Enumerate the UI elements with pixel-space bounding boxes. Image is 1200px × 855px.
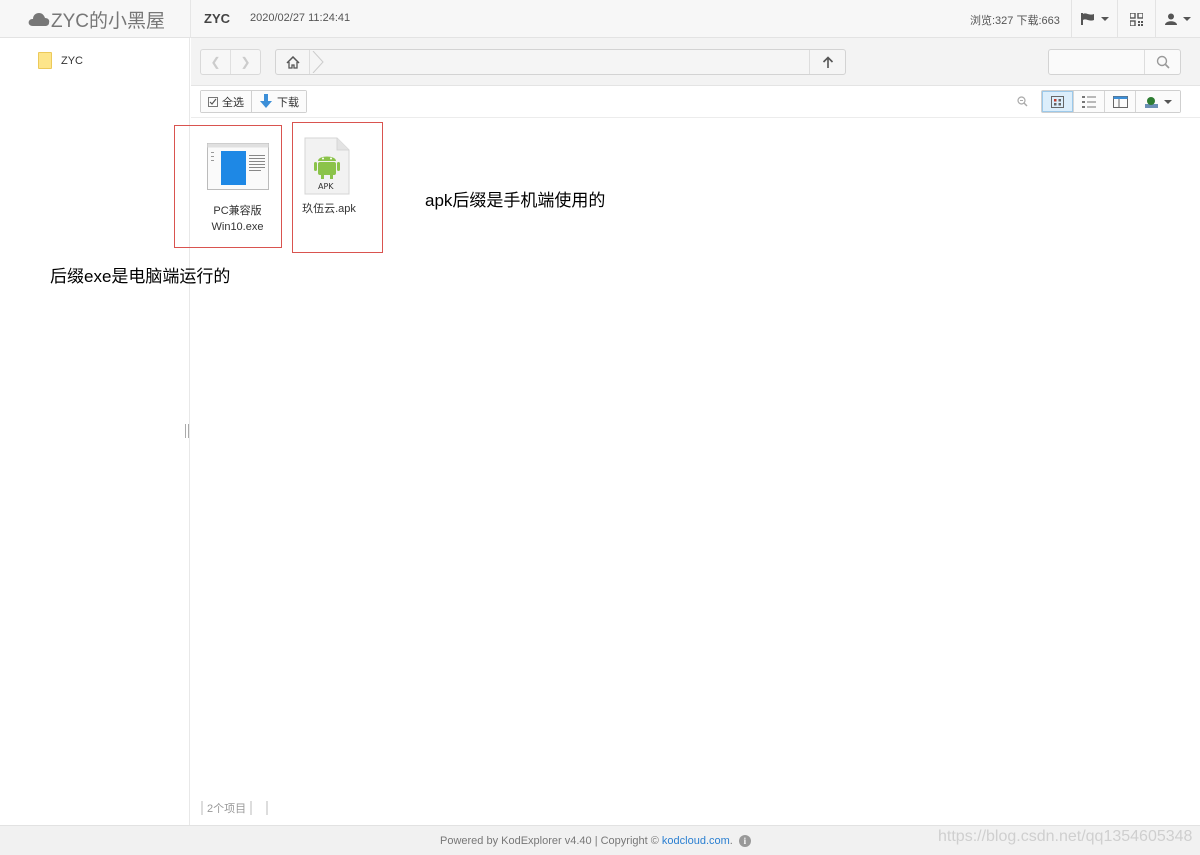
site-logo[interactable]: ZYC的小黑屋 [28, 7, 166, 32]
file-action-group: 全选 下载 [200, 90, 307, 113]
windows-app-icon [207, 143, 269, 190]
file-name: PC兼容版Win10.exe [211, 205, 264, 233]
theme-menu-button[interactable] [1135, 91, 1180, 112]
split-view-button[interactable] [1104, 91, 1135, 112]
user-menu-button[interactable] [1155, 0, 1200, 38]
divider [190, 0, 191, 38]
status-bar: 2个项目 [201, 800, 272, 816]
file-item-apk[interactable]: APK 玖伍云.apk [296, 137, 362, 217]
sidebar-resize-handle[interactable] [185, 424, 189, 438]
flag-menu-button[interactable] [1071, 0, 1117, 38]
share-title: ZYC [204, 11, 230, 26]
qrcode-icon [1130, 12, 1143, 26]
up-level-button[interactable] [809, 50, 845, 74]
watermark-text: https://blog.csdn.net/qq1354605348 [938, 828, 1193, 845]
info-icon[interactable]: i [738, 835, 751, 847]
back-button[interactable]: ❮ [201, 50, 230, 74]
sidebar-item-label: ZYC [61, 54, 83, 67]
flag-icon [1080, 13, 1094, 25]
sidebar: ZYC [0, 38, 190, 825]
footer-suffix: . [729, 835, 733, 847]
footer: Powered by KodExplorer v4.40 | Copyright… [0, 825, 1200, 855]
divider [250, 801, 253, 815]
navigation-bar: ❮ ❯ [191, 38, 1200, 86]
home-button[interactable] [276, 50, 310, 74]
user-icon [1165, 13, 1177, 25]
grid-view-icon [1051, 95, 1064, 108]
view-mode-group [1041, 90, 1181, 113]
site-name: ZYC的小黑屋 [51, 10, 166, 32]
select-all-button[interactable]: 全选 [201, 91, 251, 112]
share-time: 2020/02/27 11:24:41 [250, 12, 351, 24]
search-icon [1156, 55, 1170, 69]
forward-button[interactable]: ❯ [230, 50, 260, 74]
home-icon [285, 55, 300, 69]
qrcode-button[interactable] [1117, 0, 1155, 38]
zoom-icon[interactable] [1017, 96, 1028, 107]
apk-annotation-text: apk后缀是手机端使用的 [425, 191, 606, 210]
item-count: 2个项目 [207, 803, 247, 815]
download-button[interactable]: 下载 [251, 91, 306, 112]
file-item-exe[interactable]: PC兼容版Win10.exe [195, 140, 280, 235]
search-input[interactable] [1048, 49, 1181, 75]
exe-annotation-text: 后缀exe是电脑端运行的 [50, 267, 231, 286]
list-view-icon [1082, 95, 1096, 108]
search-button[interactable] [1144, 50, 1180, 74]
arrow-up-icon [822, 55, 833, 68]
cloud-icon [28, 13, 50, 26]
divider [266, 801, 269, 815]
path-bar[interactable] [275, 49, 846, 75]
history-buttons: ❮ ❯ [200, 49, 261, 75]
toolbar: 全选 下载 [191, 86, 1200, 118]
chevron-down-icon [1163, 99, 1172, 104]
divider [201, 801, 203, 815]
breadcrumb-separator-icon [312, 51, 324, 73]
download-label: 下载 [277, 96, 299, 109]
chevron-down-icon [1183, 17, 1191, 21]
icon-view-button[interactable] [1042, 91, 1073, 112]
chevron-down-icon [1100, 17, 1109, 21]
theme-icon [1144, 96, 1158, 108]
footer-copyright: Powered by KodExplorer v4.40 | Copyright… [440, 835, 751, 847]
folder-icon [38, 52, 52, 69]
chevron-right-icon: ❯ [240, 55, 251, 69]
checkbox-icon [208, 96, 218, 107]
kodcloud-link[interactable]: kodcloud.com [662, 835, 730, 847]
chevron-left-icon: ❮ [210, 55, 221, 69]
sidebar-item-zyc[interactable]: ZYC [38, 52, 83, 69]
download-icon [260, 94, 272, 108]
footer-powered-text: Powered by KodExplorer v4.40 | Copyright… [440, 835, 662, 847]
share-stats: 浏览:327 下载:663 [970, 15, 1060, 27]
columns-view-icon [1112, 95, 1128, 108]
file-name: 玖伍云.apk [302, 203, 356, 215]
select-all-label: 全选 [222, 96, 244, 109]
file-type-badge: APK [318, 182, 334, 191]
list-view-button[interactable] [1073, 91, 1104, 112]
top-bar: ZYC的小黑屋 ZYC 2020/02/27 11:24:41 浏览:327 下… [0, 0, 1200, 38]
